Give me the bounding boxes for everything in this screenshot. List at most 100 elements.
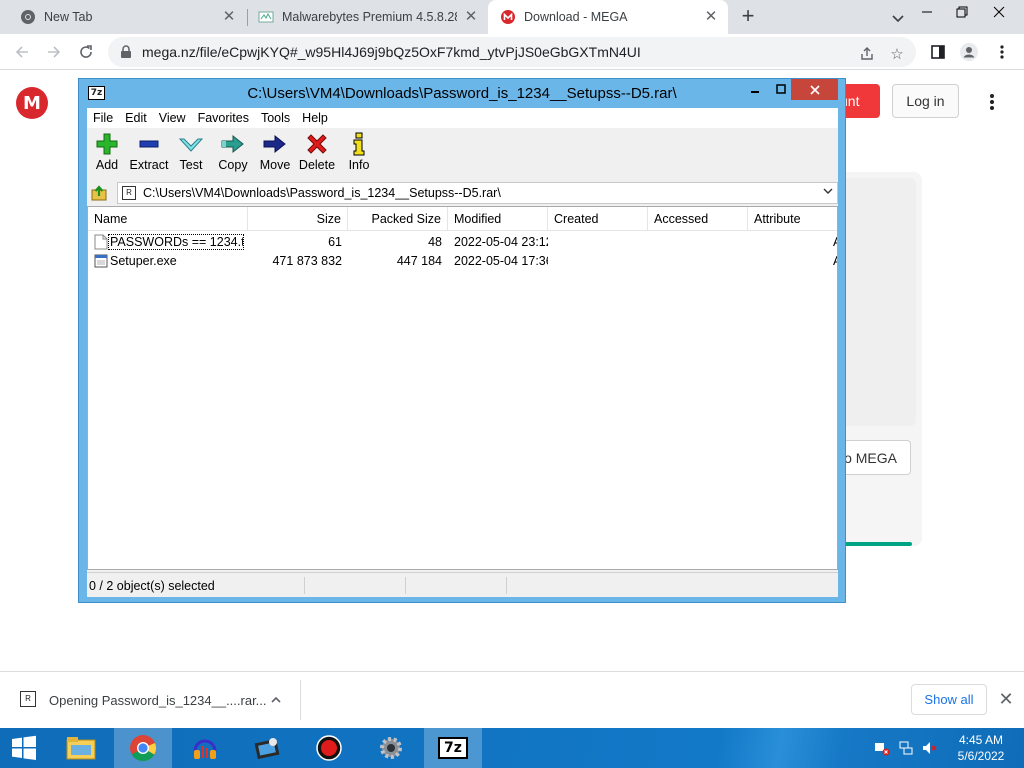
- menu-file[interactable]: File: [87, 111, 119, 125]
- more-options-icon[interactable]: [980, 90, 1004, 114]
- extract-button[interactable]: Extract: [127, 132, 171, 178]
- minimize-window-icon[interactable]: [910, 0, 944, 24]
- headphones-app-icon[interactable]: [176, 728, 234, 768]
- close-icon[interactable]: [791, 79, 838, 100]
- screen-recorder-icon[interactable]: [300, 728, 358, 768]
- reload-icon[interactable]: [74, 40, 98, 64]
- mega-favicon-icon: [500, 9, 516, 25]
- browser-toolbar: mega.nz/file/eCpwjKYQ#_w95Hl4J69j9bQz5Ox…: [0, 34, 1024, 70]
- file-explorer-icon[interactable]: [52, 728, 110, 768]
- lock-icon[interactable]: [120, 45, 132, 59]
- download-preview-area: [840, 178, 916, 426]
- sevenzip-client-area: File Edit View Favorites Tools Help Add …: [87, 108, 838, 597]
- forward-arrow-icon[interactable]: [42, 40, 66, 64]
- file-modified: 2022-05-04 23:12: [454, 235, 548, 249]
- file-row[interactable]: PASSWORDs == 1234.txt 61 48 2022-05-04 2…: [88, 233, 837, 252]
- file-name[interactable]: PASSWORDs == 1234.txt: [108, 234, 244, 250]
- url-text[interactable]: mega.nz/file/eCpwjKYQ#_w95Hl4J69j9bQz5Ox…: [142, 44, 641, 60]
- share-icon[interactable]: [858, 45, 876, 63]
- test-label: Test: [179, 158, 203, 172]
- dropdown-chevron-icon[interactable]: [823, 186, 833, 199]
- clock-time: 4:45 AM: [958, 733, 1004, 747]
- column-packed-size[interactable]: Packed Size: [348, 207, 448, 231]
- menu-edit[interactable]: Edit: [119, 111, 153, 125]
- text-file-icon: [94, 234, 108, 250]
- extract-minus-icon: [137, 132, 161, 156]
- new-tab-button[interactable]: +: [736, 5, 760, 29]
- add-label: Add: [95, 158, 119, 172]
- back-arrow-icon[interactable]: [10, 40, 34, 64]
- maximize-icon[interactable]: [771, 79, 791, 99]
- tab-malwarebytes[interactable]: Malwarebytes Premium 4.5.8.280 ✕: [248, 0, 488, 34]
- path-combobox[interactable]: R C:\Users\VM4\Downloads\Password_is_123…: [117, 182, 838, 204]
- close-window-icon[interactable]: [982, 0, 1016, 24]
- info-label: Info: [348, 158, 370, 172]
- column-size[interactable]: Size: [248, 207, 348, 231]
- address-bar[interactable]: mega.nz/file/eCpwjKYQ#_w95Hl4J69j9bQz5Ox…: [108, 37, 916, 67]
- file-name[interactable]: Setuper.exe: [110, 254, 244, 268]
- system-clock[interactable]: 4:45 AM 5/6/2022: [950, 732, 1012, 764]
- column-modified[interactable]: Modified: [448, 207, 548, 231]
- file-attributes: A: [833, 235, 837, 249]
- file-row[interactable]: Setuper.exe 471 873 832 447 184 2022-05-…: [88, 252, 837, 271]
- copy-button[interactable]: Copy: [211, 132, 255, 178]
- test-check-icon: [179, 132, 203, 156]
- malwarebytes-favicon-icon: [258, 9, 274, 25]
- close-tab-icon[interactable]: ✕: [703, 9, 719, 25]
- delete-button[interactable]: Delete: [295, 132, 339, 178]
- video-editor-icon[interactable]: [238, 728, 296, 768]
- info-button[interactable]: Info: [337, 132, 381, 178]
- copy-arrow-icon: [221, 132, 245, 156]
- restore-window-icon[interactable]: [945, 0, 979, 24]
- mega-logo[interactable]: M: [16, 87, 48, 119]
- network-icon[interactable]: [898, 740, 914, 756]
- executable-file-icon: [94, 253, 108, 269]
- clock-date: 5/6/2022: [957, 749, 1005, 763]
- sevenzip-title-bar[interactable]: 7z C:\Users\VM4\Downloads\Password_is_12…: [79, 79, 845, 107]
- volume-muted-icon[interactable]: [922, 740, 938, 756]
- sevenzip-toolbar: Add Extract Test Copy Move Delete Info: [87, 128, 838, 180]
- add-button[interactable]: Add: [85, 132, 129, 178]
- test-button[interactable]: Test: [169, 132, 213, 178]
- column-accessed[interactable]: Accessed: [648, 207, 748, 231]
- tab-new-tab[interactable]: New Tab ✕: [0, 0, 246, 34]
- minimize-icon[interactable]: [745, 79, 765, 99]
- tab-search-chevron-icon[interactable]: [888, 8, 908, 28]
- sevenzip-taskbar-label: 7z: [438, 737, 468, 759]
- settings-gear-icon[interactable]: [362, 728, 420, 768]
- sevenzip-taskbar-icon[interactable]: 7z: [424, 728, 482, 768]
- chrome-icon: [20, 9, 36, 25]
- download-item-name[interactable]: Opening Password_is_1234__....rar...: [49, 693, 267, 708]
- network-warning-icon[interactable]: [874, 740, 890, 756]
- path-text[interactable]: C:\Users\VM4\Downloads\Password_is_1234_…: [143, 186, 501, 200]
- download-options-chevron-icon[interactable]: [266, 690, 286, 710]
- sevenzip-window: 7z C:\Users\VM4\Downloads\Password_is_12…: [78, 78, 846, 603]
- menu-favorites[interactable]: Favorites: [192, 111, 255, 125]
- close-shelf-icon[interactable]: ✕: [996, 689, 1016, 709]
- file-list[interactable]: Name Size Packed Size Modified Created A…: [87, 206, 838, 570]
- move-button[interactable]: Move: [253, 132, 297, 178]
- browser-menu-icon[interactable]: [990, 40, 1014, 64]
- status-divider: [405, 577, 406, 594]
- show-all-downloads-button[interactable]: Show all: [911, 684, 987, 715]
- column-attributes[interactable]: Attribute: [748, 207, 837, 231]
- chrome-taskbar-icon[interactable]: [114, 728, 172, 768]
- menu-help[interactable]: Help: [296, 111, 334, 125]
- close-tab-icon[interactable]: ✕: [221, 9, 237, 25]
- copy-label: Copy: [218, 158, 248, 172]
- delete-x-icon: [305, 132, 329, 156]
- login-button[interactable]: Log in: [892, 84, 959, 118]
- windows-start-icon[interactable]: [0, 728, 48, 768]
- side-panel-icon[interactable]: [926, 40, 950, 64]
- file-size: 471 873 832: [272, 254, 342, 268]
- close-tab-icon[interactable]: ✕: [463, 9, 479, 25]
- path-bar: R C:\Users\VM4\Downloads\Password_is_123…: [87, 181, 838, 205]
- column-created[interactable]: Created: [548, 207, 648, 231]
- menu-view[interactable]: View: [153, 111, 192, 125]
- profile-avatar-icon[interactable]: [957, 40, 981, 64]
- column-name[interactable]: Name: [88, 207, 248, 231]
- tab-mega-download[interactable]: Download - MEGA ✕: [488, 0, 728, 34]
- menu-tools[interactable]: Tools: [255, 111, 296, 125]
- folder-up-icon[interactable]: [91, 184, 109, 202]
- bookmark-star-icon[interactable]: ☆: [888, 45, 906, 63]
